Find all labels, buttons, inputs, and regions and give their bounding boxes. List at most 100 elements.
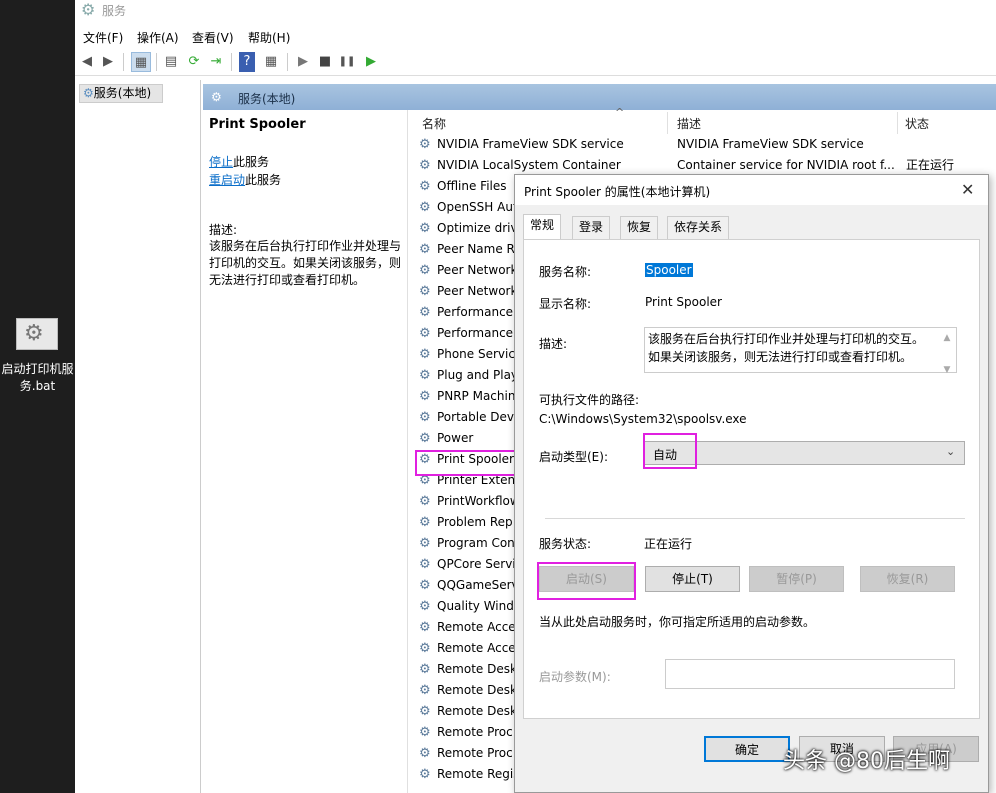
service-name-label: 服务名称:	[539, 265, 592, 279]
service-name-cell: Peer Network	[437, 284, 518, 298]
toolbar-separator	[156, 53, 157, 71]
scroll-up-icon[interactable]: ▲	[939, 329, 955, 347]
gear-icon: ⚙	[419, 326, 431, 341]
column-header-status[interactable]: 状态	[905, 115, 929, 132]
forward-arrow-icon[interactable]: ▶	[98, 52, 118, 72]
gear-icon: ⚙	[81, 0, 96, 19]
play-icon[interactable]: ▶	[293, 52, 313, 72]
service-name-cell: Remote Proc	[437, 746, 513, 760]
description-text: 该服务在后台执行打印作业并处理与打印机的交互。如果关闭该服务，则无法进行打印或查…	[209, 239, 402, 287]
tab-recovery[interactable]: 恢复	[620, 216, 659, 239]
stop-icon[interactable]: ■	[315, 52, 335, 72]
table-row[interactable]: ⚙ NVIDIA FrameView SDK service NVIDIA Fram…	[419, 134, 979, 155]
gear-icon: ⚙	[419, 620, 431, 635]
pane-header: ⚙ 服务(本地)	[203, 84, 996, 110]
pause-button[interactable]: 暂停(P)	[749, 566, 844, 592]
toolbar: ◀ ▶ ▦ ▤ ⟳ ⇥ ? ▦ ▶ ■ ❚❚ ▶	[75, 48, 996, 76]
gear-icon: ⚙	[83, 86, 94, 100]
gear-icon: ⚙	[419, 431, 431, 446]
console-tree-icon[interactable]: ▦	[131, 52, 151, 72]
column-header-name[interactable]: 名称	[422, 115, 446, 132]
tab-general[interactable]: 常规	[523, 214, 562, 240]
highlight-startup-type	[643, 433, 697, 469]
scroll-down-icon[interactable]: ▼	[939, 361, 955, 379]
service-name-cell: Remote Desk	[437, 662, 517, 676]
hint-text: 当从此处启动服务时，你可指定所适用的启动参数。	[539, 615, 816, 629]
stop-button[interactable]: 停止(T)	[645, 566, 740, 592]
service-name-cell: Remote Acce	[437, 641, 516, 655]
description-label: 描述:	[209, 223, 238, 237]
service-name-cell: QQGameServ	[437, 578, 519, 592]
description-box[interactable]: 该服务在后台执行打印作业并处理与打印机的交互。如果关闭该服务，则无法进行打印或查…	[644, 327, 957, 375]
service-name-cell: Offline Files	[437, 179, 507, 193]
chevron-down-icon: ⌄	[946, 445, 956, 458]
service-name-value[interactable]: Spooler	[645, 263, 693, 277]
gear-icon: ⚙	[419, 221, 431, 236]
general-tab-panel: 服务名称: Spooler 显示名称: Print Spooler 描述: 该服…	[523, 239, 980, 719]
service-name-cell: Remote Desk	[437, 704, 517, 718]
gear-icon: ⚙	[419, 557, 431, 572]
close-icon[interactable]: ✕	[961, 180, 974, 199]
service-name-cell: Program Con	[437, 536, 515, 550]
view-icon[interactable]: ▦	[261, 52, 281, 72]
service-name-cell: QPCore Servi	[437, 557, 516, 571]
restart-link[interactable]: 重启动	[209, 173, 245, 187]
help-icon[interactable]: ?	[239, 52, 255, 72]
tab-logon[interactable]: 登录	[572, 216, 611, 239]
stop-link[interactable]: 停止	[209, 155, 233, 169]
export-icon[interactable]: ⇥	[206, 52, 226, 72]
path-label: 可执行文件的路径:	[539, 393, 640, 407]
gear-icon: ⚙	[419, 746, 431, 761]
service-name-cell: Portable Devi	[437, 410, 518, 424]
gear-icon: ⚙	[419, 725, 431, 740]
properties-icon[interactable]: ▤	[161, 52, 181, 72]
restart-icon[interactable]: ▶	[361, 52, 381, 72]
gear-icon: ⚙	[419, 704, 431, 719]
service-name-cell: Optimize driv	[437, 221, 518, 235]
service-status-value: 正在运行	[644, 537, 693, 551]
refresh-icon[interactable]: ⟳	[184, 52, 204, 72]
gear-icon: ⚙	[419, 389, 431, 404]
table-row[interactable]: ⚙ NVIDIA LocalSystem Container Container s…	[419, 155, 979, 176]
console-tree: ⚙服务(本地)	[75, 80, 201, 793]
menu-view[interactable]: 查看(V)	[192, 29, 234, 46]
pane-header-title: 服务(本地)	[238, 92, 296, 106]
service-name-cell: Remote Acce	[437, 620, 516, 634]
gear-icon: ⚙	[419, 305, 431, 320]
menu-help[interactable]: 帮助(H)	[248, 29, 290, 46]
column-header-description[interactable]: 描述	[677, 115, 701, 132]
service-name-cell: Performance	[437, 305, 514, 319]
gear-icon: ⚙	[419, 347, 431, 362]
display-name-value: Print Spooler	[645, 295, 722, 309]
gear-icon: ⚙	[419, 179, 431, 194]
service-desc-cell: NVIDIA FrameView SDK service	[677, 137, 864, 151]
gear-icon: ⚙	[419, 767, 431, 782]
pause-icon[interactable]: ❚❚	[337, 52, 357, 72]
ok-button[interactable]: 确定	[704, 736, 790, 762]
service-name-cell: Plug and Play	[437, 368, 519, 382]
bat-file-icon[interactable]: ⚙	[16, 318, 58, 350]
sort-arrow-icon: ^	[615, 106, 625, 119]
properties-dialog: Print Spooler 的属性(本地计算机) ✕ 常规 登录 恢复 依存关系…	[514, 174, 989, 793]
service-name-cell: NVIDIA LocalSystem Container	[437, 158, 621, 172]
toolbar-separator	[123, 53, 124, 71]
dialog-title: Print Spooler 的属性(本地计算机)	[524, 185, 711, 199]
menu-action[interactable]: 操作(A)	[137, 29, 179, 46]
resume-button[interactable]: 恢复(R)	[860, 566, 955, 592]
service-status-cell: 正在运行	[906, 158, 955, 172]
tree-item-services-local[interactable]: ⚙服务(本地)	[79, 84, 163, 103]
desktop-icon-label[interactable]: 启动打印机服务.bat	[0, 361, 75, 395]
service-name-cell: Phone Service	[437, 347, 523, 361]
service-name-cell: NVIDIA FrameView SDK service	[437, 137, 624, 151]
path-value: C:\Windows\System32\spoolsv.exe	[539, 412, 747, 426]
tab-dependencies[interactable]: 依存关系	[667, 216, 730, 239]
start-params-input[interactable]	[665, 659, 955, 689]
description-scrollbar[interactable]: ▲ ▼	[939, 329, 955, 375]
back-arrow-icon[interactable]: ◀	[77, 52, 97, 72]
highlight-start-button	[537, 562, 636, 600]
menu-file[interactable]: 文件(F)	[83, 29, 123, 46]
desktop-background	[0, 0, 75, 793]
toolbar-separator	[231, 53, 232, 71]
service-name-cell: Peer Name R	[437, 242, 515, 256]
service-desc-cell: Container service for NVIDIA root f...	[677, 158, 895, 172]
